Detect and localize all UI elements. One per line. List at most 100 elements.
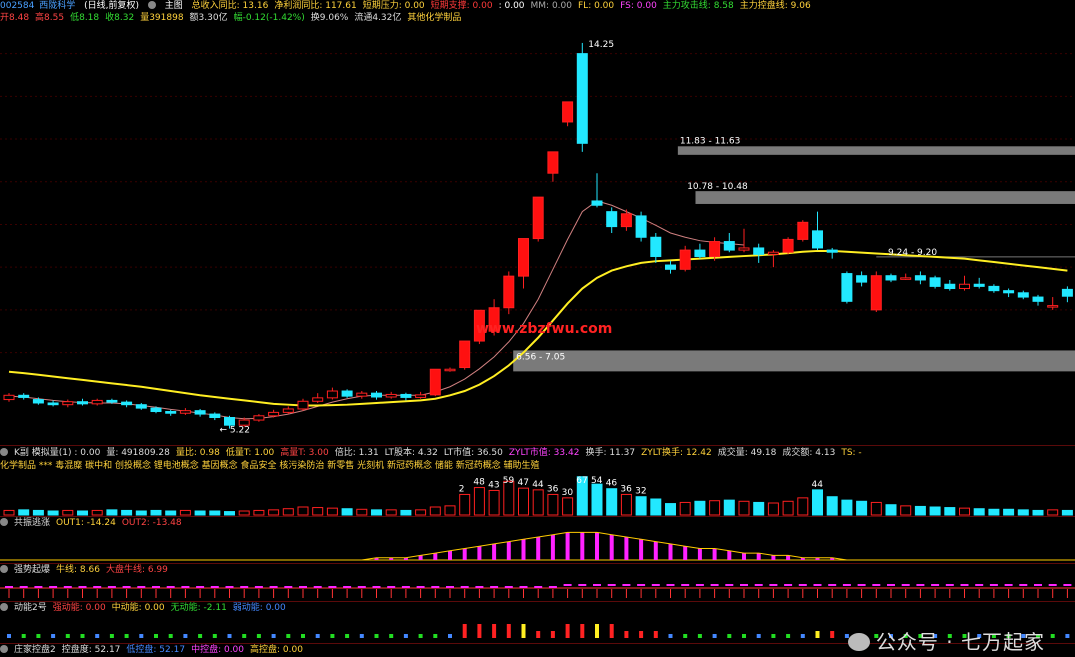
candle-body <box>782 238 794 253</box>
volume-info-item: 高量T: 3.00 <box>280 448 329 458</box>
volume-label: 47 <box>518 478 529 488</box>
dn-bar <box>580 624 585 638</box>
volume-bar <box>591 483 603 516</box>
qs-mark <box>842 584 851 586</box>
gongzhen-chart[interactable] <box>0 529 1075 563</box>
volume-bar <box>782 500 794 516</box>
qs-mark <box>872 584 881 586</box>
qs-mark <box>989 584 998 586</box>
volume-bar <box>150 509 162 516</box>
dn-bar <box>624 631 629 638</box>
candle-body <box>959 283 970 290</box>
candle-body <box>665 264 676 270</box>
dn-mark <box>330 634 335 638</box>
candle-body <box>767 251 779 255</box>
volume-bar <box>77 510 88 516</box>
volume-bar <box>297 506 309 516</box>
panel-icon[interactable] <box>0 448 8 456</box>
candle-body <box>268 411 280 417</box>
osc-bar <box>727 550 732 560</box>
osc-bar <box>697 548 702 560</box>
volume-label: 54 <box>591 476 603 486</box>
volume-bar <box>973 508 985 516</box>
candle-body <box>326 390 338 399</box>
dn-mark <box>212 634 217 638</box>
candle-body <box>62 401 74 406</box>
qs-mark <box>637 584 646 586</box>
osc-bar <box>433 553 438 560</box>
volume-bar <box>1003 508 1015 516</box>
volume-bar <box>1032 509 1044 516</box>
dongneng-item: 弱动能: 0.00 <box>232 603 286 613</box>
qs-mark <box>710 584 719 586</box>
qs-mark <box>357 586 366 588</box>
candle-body <box>944 283 956 290</box>
qs-mark <box>887 584 895 586</box>
volume-bar <box>620 493 632 516</box>
dn-mark <box>668 634 673 638</box>
volume-bar <box>753 501 765 516</box>
volume-bar <box>856 500 868 516</box>
dn-mark <box>301 634 305 638</box>
panel-icon[interactable] <box>0 645 8 653</box>
qs-mark <box>1034 584 1042 586</box>
qs-mark <box>152 586 160 588</box>
gongzhen-values: 共振逃涨 OUT1: -14.24 OUT2: -13.48 <box>14 518 188 528</box>
volume-label: 43 <box>488 480 499 490</box>
dn-mark <box>168 634 173 638</box>
qiangshi-chart[interactable] <box>0 576 1075 600</box>
qs-mark <box>416 586 425 588</box>
zone-rect-1 <box>677 146 1075 155</box>
volume-bar <box>679 501 691 516</box>
candle-body <box>32 399 44 404</box>
candle-body <box>415 394 427 398</box>
candle-body <box>1017 292 1029 298</box>
panel-icon[interactable] <box>0 518 8 526</box>
volume-bar <box>503 480 515 516</box>
panel-icon[interactable] <box>0 603 8 611</box>
qs-mark <box>960 584 969 586</box>
dn-mark <box>36 634 41 638</box>
qs-mark <box>534 586 543 588</box>
volume-bar <box>532 489 544 516</box>
volume-bar <box>18 509 30 516</box>
osc-bar <box>565 532 570 560</box>
dn-bar <box>609 624 614 638</box>
dn-mark <box>124 634 129 638</box>
candle-body <box>870 275 882 311</box>
dn-mark <box>65 634 70 638</box>
osc-bar <box>595 532 599 560</box>
candle-body <box>635 215 647 238</box>
dn-bar <box>565 624 570 638</box>
osc-bar <box>477 546 482 560</box>
gongzhen-item: 共振逃涨 <box>14 518 51 528</box>
dn-bar <box>536 631 541 638</box>
concepts-text: 化学制品 *** 毒混糜 碳中和 创投概念 锂电池概念 基因概念 食品安全 核污… <box>0 461 540 471</box>
qs-mark <box>931 584 940 586</box>
volume-label: 36 <box>620 484 632 494</box>
candlestick-chart[interactable]: 14.25 ← 5.22 11.83 - 11.63 10.78 - 10.48 9.2… <box>0 0 1075 445</box>
volume-info-item: K副 模拟量(1) : 0.00 <box>14 448 101 458</box>
volume-bar <box>371 509 382 516</box>
candle-body <box>179 410 191 414</box>
candle-body <box>459 340 471 369</box>
dn-mark <box>800 634 805 638</box>
candle-body <box>194 410 206 415</box>
panel-icon[interactable] <box>0 565 8 573</box>
volume-chart[interactable]: 248 43 59 47 44 36 3067 54 4636 3244 <box>0 474 1075 516</box>
candle-body <box>121 401 133 406</box>
qs-mark <box>328 586 337 588</box>
qs-mark <box>607 584 616 586</box>
candle-body <box>576 53 588 144</box>
qs-mark <box>593 584 601 586</box>
qs-mark <box>166 586 175 588</box>
volume-info-item: 成交额: 4.13 <box>782 448 836 458</box>
candle-body <box>429 368 441 396</box>
volume-bar <box>885 504 897 516</box>
volume-bar <box>224 511 235 516</box>
volume-info-item: 量比: 0.98 <box>175 448 220 458</box>
osc-bar <box>550 534 555 560</box>
dongneng-values: 动能2号 强动能: 0.00 中动能: 0.00 无动能: -2.11 弱动能: 0.0… <box>14 603 292 613</box>
volume-bar <box>944 507 956 516</box>
volume-bar <box>341 508 353 516</box>
